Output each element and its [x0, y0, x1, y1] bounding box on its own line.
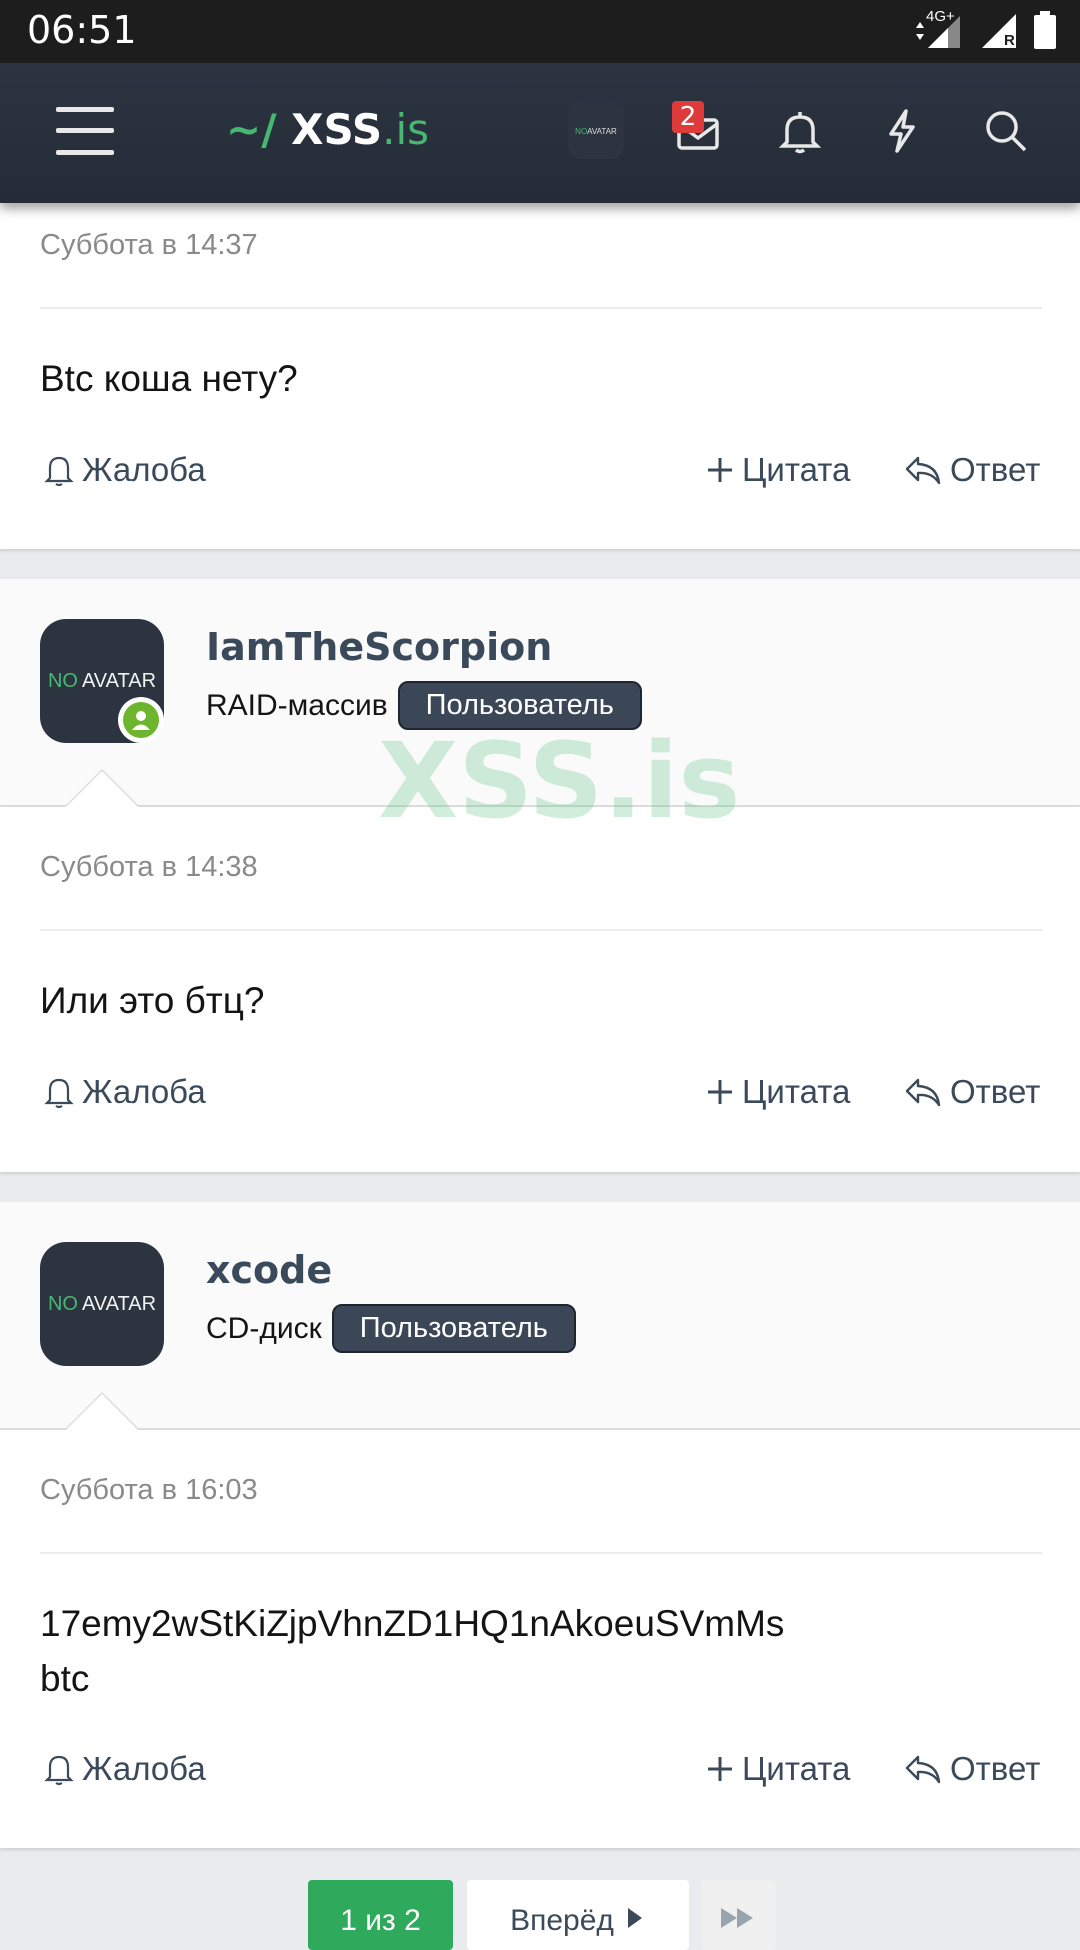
user-title: RAID-массив Пользователь	[206, 681, 642, 730]
signal-icon: R	[978, 12, 1020, 52]
reply-icon	[905, 1078, 941, 1107]
quote-label: Цитата	[742, 1750, 851, 1787]
post-body: Суббота в 16:03 17emy2wStKiZjpVhnZD1HQ1n…	[0, 1430, 1080, 1848]
last-page-button[interactable]	[702, 1880, 776, 1950]
bell-icon	[44, 1078, 74, 1109]
reply-button[interactable]: Ответ	[904, 1073, 1040, 1111]
plus-icon	[708, 1080, 732, 1104]
reply-button[interactable]: Ответ	[904, 451, 1040, 489]
username[interactable]: IamTheScorpion	[206, 625, 552, 669]
avatar-text-label: AVATAR	[81, 669, 157, 692]
next-page-label: Вперёд	[510, 1904, 614, 1937]
reply-label: Ответ	[950, 1073, 1041, 1110]
user-rank: RAID-массив	[206, 688, 388, 722]
page-indicator-button[interactable]: 1 из 2	[308, 1880, 453, 1950]
roaming-label: R	[1004, 32, 1015, 49]
reply-label: Ответ	[950, 451, 1041, 488]
network-icon: 4G+	[910, 8, 964, 52]
quote-button[interactable]: Цитата	[706, 1073, 850, 1111]
battery-icon	[1034, 10, 1056, 54]
next-page-button[interactable]: Вперёд	[467, 1880, 689, 1950]
alerts-button[interactable]	[772, 103, 828, 159]
username[interactable]: xcode	[206, 1248, 332, 1292]
post-author-block: NO AVATAR xcode CD-диск Пользователь	[0, 1202, 1080, 1430]
search-icon	[986, 111, 1027, 152]
reply-label: Ответ	[950, 1750, 1041, 1787]
report-label: Жалоба	[82, 451, 206, 488]
lightning-icon	[889, 109, 915, 153]
avatar-no-label: NO	[47, 1292, 78, 1315]
bell-icon	[44, 1755, 74, 1786]
quote-label: Цитата	[742, 451, 851, 488]
chevron-right-icon	[627, 1908, 642, 1928]
menu-icon-bar-top	[56, 107, 114, 112]
report-label: Жалоба	[82, 1073, 206, 1110]
site-logo[interactable]: ~/ XSS.is	[226, 105, 429, 154]
post-divider	[40, 307, 1042, 309]
logo-prefix: ~/	[226, 105, 277, 154]
fast-forward-icon	[721, 1908, 753, 1928]
bell-icon	[44, 456, 74, 487]
role-badge: Пользователь	[331, 1304, 576, 1353]
user-rank: CD-диск	[206, 1311, 322, 1345]
whats-new-button[interactable]	[874, 103, 930, 159]
role-badge: Пользователь	[397, 681, 642, 730]
report-button[interactable]: Жалоба	[44, 1750, 206, 1788]
quote-button[interactable]: Цитата	[706, 1750, 850, 1788]
quote-label: Цитата	[742, 1073, 851, 1110]
reply-icon	[905, 456, 941, 485]
plus-icon	[708, 458, 732, 482]
reply-icon	[905, 1755, 941, 1784]
post-pointer	[64, 769, 140, 807]
plus-icon	[708, 1757, 732, 1781]
post-text: 17emy2wStKiZjpVhnZD1HQ1nAkoeuSVmMs btc	[40, 1596, 784, 1706]
logo-main: XSS	[291, 105, 383, 154]
menu-button[interactable]	[56, 107, 114, 155]
user-avatar[interactable]: NO AVATAR	[40, 1242, 164, 1366]
post-text-line: btc	[40, 1658, 90, 1699]
status-time: 06:51	[27, 8, 137, 52]
post-text: Или это бтц?	[40, 980, 265, 1021]
status-icons: 4G+ R	[910, 8, 1056, 54]
status-bar: 06:51 4G+ R	[0, 0, 1080, 63]
report-button[interactable]: Жалоба	[44, 1073, 206, 1111]
bell-icon	[778, 112, 822, 154]
quote-button[interactable]: Цитата	[706, 451, 850, 489]
report-label: Жалоба	[82, 1750, 206, 1787]
avatar-no-label: NO	[47, 669, 78, 692]
post-pointer	[64, 1392, 140, 1430]
menu-icon-bar-middle	[56, 128, 114, 133]
app-header: ~/ XSS.is NO AVATAR 2	[0, 63, 1080, 203]
post-divider	[40, 1552, 1042, 1554]
logo-suffix: .is	[382, 105, 430, 154]
inbox-badge: 2	[672, 101, 704, 133]
avatar-text-label: AVATAR	[81, 1292, 157, 1315]
user-title: CD-диск Пользователь	[206, 1304, 576, 1353]
post-actions: Жалоба Цитата Ответ	[0, 1073, 1080, 1123]
pagination: 1 из 2 Вперёд	[0, 1856, 1080, 1950]
post-author-block: NO AVATAR IamTheScorpion RAID-массив Поль…	[0, 579, 1080, 807]
post-body: Суббота в 14:38 Или это бтц? Жалоба Цита…	[0, 807, 1080, 1172]
reply-button[interactable]: Ответ	[904, 1750, 1040, 1788]
post-text: Btc коша нету?	[40, 358, 298, 399]
avatar-text-label: AVATAR	[587, 126, 617, 136]
post-date[interactable]: Суббота в 14:37	[40, 229, 258, 262]
network-type-label: 4G+	[926, 8, 955, 25]
account-avatar[interactable]: NO AVATAR	[568, 103, 624, 159]
search-button[interactable]	[978, 103, 1034, 159]
post-text-line: 17emy2wStKiZjpVhnZD1HQ1nAkoeuSVmMs	[40, 1603, 785, 1644]
post-divider	[40, 929, 1042, 931]
post-actions: Жалоба Цитата Ответ	[0, 451, 1080, 501]
menu-icon-bar-bottom	[56, 150, 114, 155]
post-actions: Жалоба Цитата Ответ	[0, 1750, 1080, 1800]
online-status-icon	[118, 697, 164, 743]
post-body: Суббота в 14:37 Btc коша нету? Жалоба Ци…	[0, 203, 1080, 549]
post-date[interactable]: Суббота в 14:38	[40, 851, 258, 884]
avatar-no-label: NO	[575, 126, 588, 136]
post-date[interactable]: Суббота в 16:03	[40, 1474, 258, 1507]
report-button[interactable]: Жалоба	[44, 451, 206, 489]
